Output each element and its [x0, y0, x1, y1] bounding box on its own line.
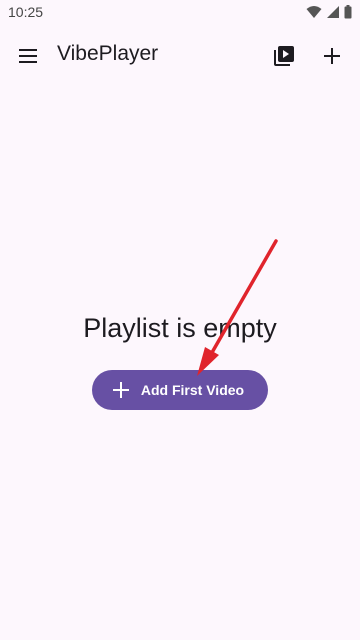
top-app-bar: VibePlayer	[0, 24, 360, 88]
app-title: VibePlayer	[57, 42, 159, 65]
battery-icon	[344, 5, 352, 19]
video-library-icon	[274, 46, 294, 66]
menu-button[interactable]	[16, 44, 40, 68]
cellular-signal-icon	[327, 6, 339, 18]
add-video-button[interactable]	[320, 44, 344, 68]
wifi-icon	[306, 6, 322, 18]
status-bar: 10:25	[0, 0, 360, 24]
add-icon	[112, 382, 129, 398]
video-library-button[interactable]	[272, 44, 296, 68]
empty-playlist-message: Playlist is empty	[83, 313, 277, 343]
status-icons	[306, 5, 352, 19]
add-first-video-label: Add First Video	[140, 382, 245, 398]
status-time: 10:25	[8, 4, 44, 20]
add-icon	[324, 48, 340, 64]
add-first-video-button[interactable]: Add First Video	[92, 370, 268, 410]
menu-icon	[19, 49, 37, 63]
